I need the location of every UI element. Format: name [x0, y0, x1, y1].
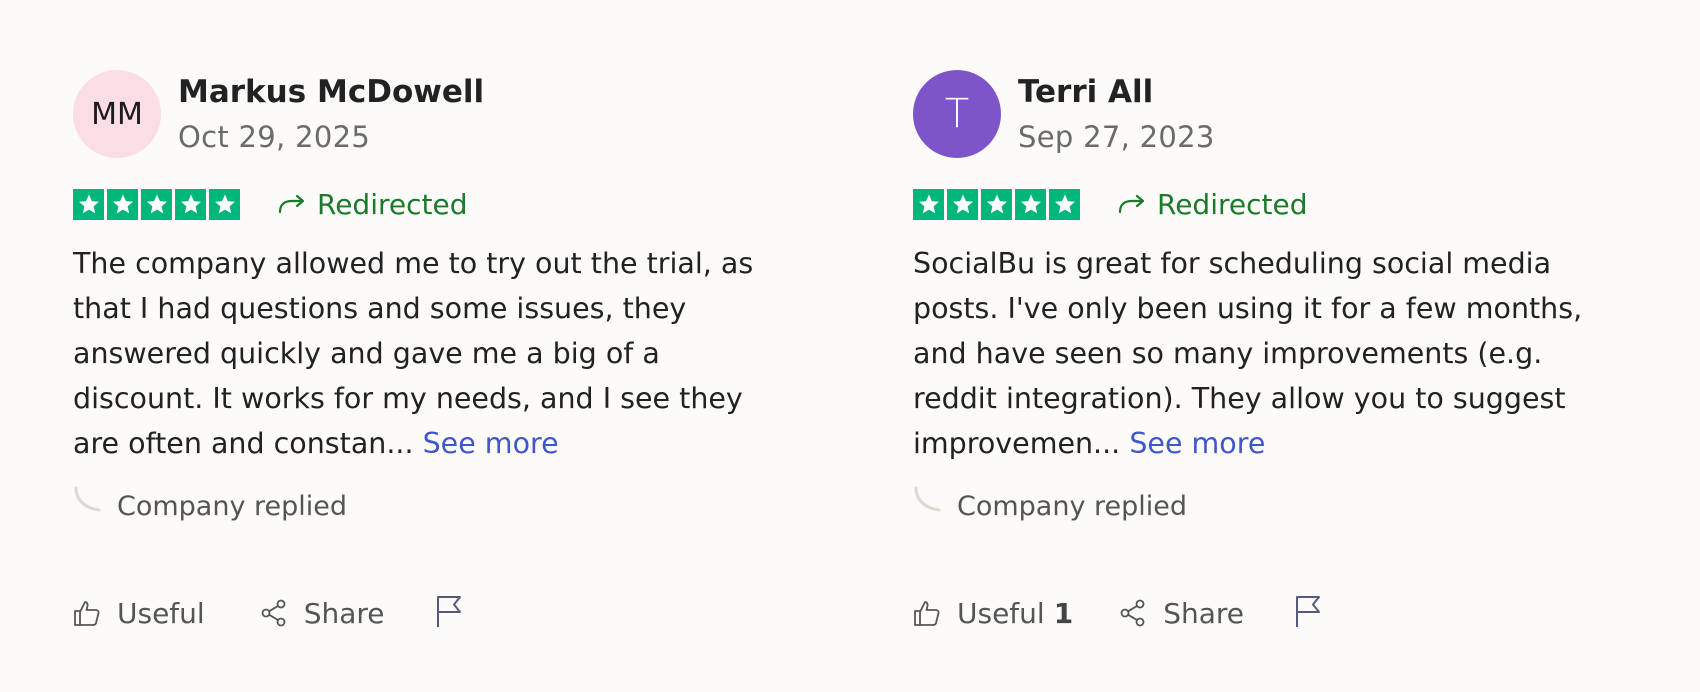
star-icon — [981, 188, 1012, 220]
see-more-link[interactable]: See more — [423, 427, 559, 460]
share-icon — [1120, 599, 1145, 627]
share-button[interactable]: Share — [260, 597, 385, 630]
review-card: T Terri All Sep 27, 2023 Redirected Soci… — [913, 68, 1603, 668]
useful-button[interactable]: Useful — [73, 597, 214, 630]
avatar-initials: T — [944, 91, 970, 137]
star-icon — [913, 188, 944, 220]
reviewer-info: Markus McDowell Oct 29, 2025 — [178, 71, 484, 158]
star-icon — [175, 188, 206, 220]
useful-label: Useful — [957, 596, 1045, 630]
redirect-arrow-icon — [278, 194, 305, 214]
useful-label: Useful — [117, 596, 205, 630]
avatar-initials: MM — [91, 96, 143, 132]
avatar[interactable]: MM — [73, 70, 161, 158]
share-icon — [261, 599, 286, 627]
review-body: The company allowed me to try out the tr… — [73, 247, 754, 460]
star-icon — [107, 188, 138, 220]
share-label: Share — [1163, 596, 1244, 630]
redirected-label[interactable]: Redirected — [1117, 188, 1307, 221]
review-card: MM Markus McDowell Oct 29, 2025 Redirect… — [73, 68, 763, 668]
useful-button[interactable]: Useful 1 — [913, 597, 1073, 630]
share-label: Share — [303, 596, 385, 630]
reviewer-info: Terri All Sep 27, 2023 — [1018, 71, 1215, 158]
thumbs-up-icon — [914, 601, 940, 626]
useful-count: 1 — [1053, 596, 1074, 630]
star-icon — [73, 188, 104, 220]
avatar[interactable]: T — [913, 70, 1001, 158]
report-button[interactable] — [1294, 594, 1322, 632]
company-replied-label: Company replied — [117, 490, 348, 522]
review-actions: Useful Share — [73, 593, 463, 633]
company-replied[interactable]: Company replied — [73, 486, 763, 526]
company-replied[interactable]: Company replied — [913, 486, 1603, 526]
redirected-text: Redirected — [317, 187, 468, 221]
redirected-text: Redirected — [1157, 187, 1308, 221]
star-icon — [1049, 188, 1080, 220]
review-date: Sep 27, 2023 — [1018, 119, 1215, 154]
redirect-arrow-icon — [1118, 194, 1145, 214]
review-text: SocialBu is great for scheduling social … — [913, 241, 1603, 466]
reviewer-name[interactable]: Markus McDowell — [178, 71, 484, 113]
star-icon — [947, 188, 978, 220]
company-replied-label: Company replied — [957, 490, 1188, 522]
rating-row: Redirected — [73, 187, 763, 221]
star-rating — [913, 188, 1080, 220]
report-button[interactable] — [435, 594, 463, 632]
star-rating — [73, 188, 240, 220]
review-actions: Useful 1 Share — [913, 593, 1322, 633]
redirected-label[interactable]: Redirected — [277, 188, 467, 221]
reply-curve-icon — [914, 486, 941, 512]
rating-row: Redirected — [913, 187, 1603, 221]
thumbs-up-icon — [74, 601, 100, 626]
flag-icon — [1296, 596, 1320, 627]
share-button[interactable]: Share — [1119, 597, 1244, 630]
review-header: T Terri All Sep 27, 2023 — [913, 68, 1603, 160]
review-header: MM Markus McDowell Oct 29, 2025 — [73, 68, 763, 160]
star-icon — [141, 188, 172, 220]
reviews-list: MM Markus McDowell Oct 29, 2025 Redirect… — [0, 0, 1700, 692]
review-text: The company allowed me to try out the tr… — [73, 241, 763, 466]
reviewer-name[interactable]: Terri All — [1018, 71, 1215, 113]
flag-icon — [436, 596, 461, 627]
review-date: Oct 29, 2025 — [178, 119, 371, 154]
see-more-link[interactable]: See more — [1129, 427, 1265, 460]
star-icon — [1015, 188, 1046, 220]
star-icon — [209, 188, 240, 220]
reply-curve-icon — [74, 486, 101, 512]
